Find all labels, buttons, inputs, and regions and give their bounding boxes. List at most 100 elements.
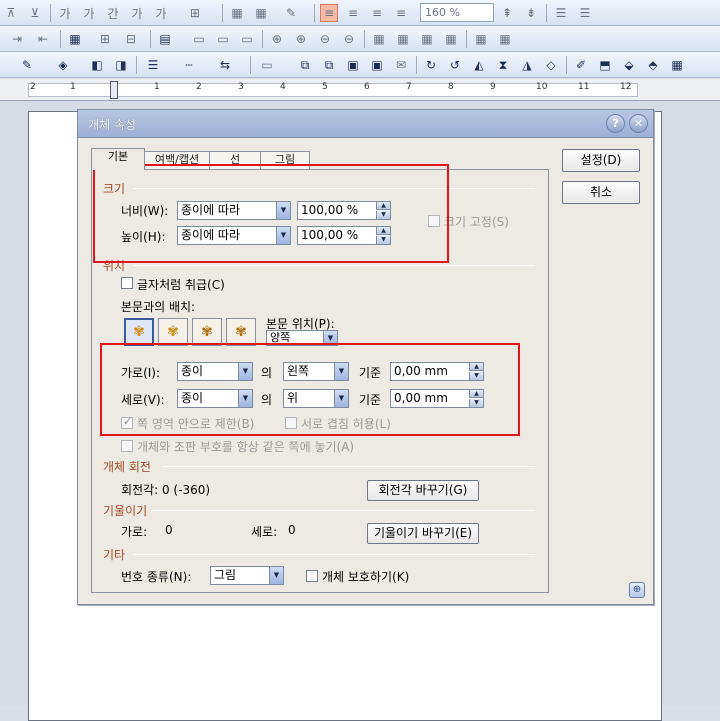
align-obj-icon[interactable]: ◮ xyxy=(518,56,536,74)
line-spacing-input[interactable]: 160 % xyxy=(420,3,494,22)
grid-view-icon[interactable]: ▦ xyxy=(668,56,686,74)
width-value-input[interactable]: 100,00 % ▲ ▼ xyxy=(297,201,391,220)
line-style-icon[interactable]: ┄ xyxy=(180,56,198,74)
row-icon[interactable]: ▭ xyxy=(190,30,208,48)
fix-ratio-checkbox[interactable] xyxy=(428,215,440,227)
group-icon[interactable]: ⧉ xyxy=(296,56,314,74)
grid-a-icon[interactable]: ▦ xyxy=(370,30,388,48)
envelope-icon[interactable]: ✉ xyxy=(392,56,410,74)
spin-up-icon[interactable]: ▲ xyxy=(469,390,483,398)
change-rotation-button[interactable]: 회전각 바꾸기(G) xyxy=(367,480,479,501)
paragraph-icon[interactable]: ▤ xyxy=(156,30,174,48)
distribute-icon[interactable]: ◇ xyxy=(542,56,560,74)
tab-margin-caption[interactable]: 여백/캡션 xyxy=(144,151,210,169)
spin-up-icon[interactable]: ▲ xyxy=(376,227,390,235)
expand-icon[interactable]: ⊕ xyxy=(629,582,645,598)
line-width-icon[interactable]: ☰ xyxy=(144,56,162,74)
text-position-select[interactable]: 양쪽 ▼ xyxy=(266,330,338,346)
char-spacing-icon[interactable]: ⊼ xyxy=(2,4,20,22)
restrict-area-checkbox[interactable] xyxy=(121,415,133,429)
pen-icon[interactable]: ✎ xyxy=(282,4,300,22)
picture-icon[interactable]: ▣ xyxy=(344,56,362,74)
insert-col-icon[interactable]: ⊕ xyxy=(292,30,310,48)
spin-up-icon[interactable]: ▲ xyxy=(376,202,390,210)
spin-down-icon[interactable]: ▼ xyxy=(469,372,483,380)
superscript-icon[interactable]: ▦ xyxy=(228,4,246,22)
grid-d-icon[interactable]: ▦ xyxy=(442,30,460,48)
spin-up-icon[interactable]: ▲ xyxy=(469,363,483,371)
change-skew-button[interactable]: 기울이기 바꾸기(E) xyxy=(367,523,479,544)
paint-icon[interactable]: ⬙ xyxy=(620,56,638,74)
vertical-align-select[interactable]: 위 ▼ xyxy=(283,389,349,408)
italic-icon[interactable]: 가 xyxy=(80,4,98,22)
height-value-input[interactable]: 100,00 % ▲ ▼ xyxy=(297,226,391,245)
grid-f-icon[interactable]: ▦ xyxy=(496,30,514,48)
horizontal-ref-select[interactable]: 종이 ▼ xyxy=(177,362,253,381)
treat-as-char-checkbox[interactable] xyxy=(121,277,133,289)
format-copy-icon[interactable]: ⬘ xyxy=(644,56,662,74)
allow-overlap-checkbox[interactable] xyxy=(285,417,297,429)
outdent-icon[interactable]: ⇤ xyxy=(34,30,52,48)
grid-e-icon[interactable]: ▦ xyxy=(472,30,490,48)
border-icon[interactable]: ⊞ xyxy=(186,4,204,22)
grid-c-icon[interactable]: ▦ xyxy=(418,30,436,48)
close-icon[interactable]: ✕ xyxy=(629,114,648,133)
stamp-icon[interactable]: ⬒ xyxy=(596,56,614,74)
spin-down-icon[interactable]: ▼ xyxy=(469,399,483,407)
same-page-checkbox[interactable] xyxy=(121,440,133,452)
horizontal-align-select[interactable]: 왼쪽 ▼ xyxy=(283,362,349,381)
spacing-up-icon[interactable]: ⇞ xyxy=(498,4,516,22)
align-justify-icon[interactable]: ≡ xyxy=(320,4,338,22)
horizontal-ruler[interactable]: 2 1 1 2 3 4 5 6 7 8 9 10 11 12 xyxy=(0,79,720,101)
help-icon[interactable]: ? xyxy=(606,114,625,133)
spin-down-icon[interactable]: ▼ xyxy=(376,236,390,244)
cell-split-icon[interactable]: ⊞ xyxy=(96,30,114,48)
table-icon[interactable]: ▦ xyxy=(66,30,84,48)
shadow-icon[interactable]: ▭ xyxy=(258,56,276,74)
send-back-icon[interactable]: ◨ xyxy=(112,56,130,74)
indent-marker-icon[interactable] xyxy=(110,81,118,99)
rotate-icon[interactable]: ↻ xyxy=(422,56,440,74)
ok-button[interactable]: 설정(D) xyxy=(562,149,640,172)
dialog-titlebar[interactable]: 개체 속성 ? ✕ xyxy=(78,110,653,138)
subscript-icon[interactable]: ▦ xyxy=(252,4,270,22)
numbering-icon[interactable]: ☰ xyxy=(552,4,570,22)
draw-pen-icon[interactable]: ✐ xyxy=(572,56,590,74)
wrap-square-button[interactable]: ✾ xyxy=(124,318,154,346)
wrap-tight-button[interactable]: ✾ xyxy=(158,318,188,346)
number-kind-select[interactable]: 그림 ▼ xyxy=(210,566,284,585)
height-mode-select[interactable]: 종이에 따라 ▼ xyxy=(177,226,291,245)
wrap-front-button[interactable]: ✾ xyxy=(226,318,256,346)
flip-v-icon[interactable]: ⧗ xyxy=(494,56,512,74)
bold-icon[interactable]: 가 xyxy=(56,4,74,22)
width-mode-select[interactable]: 종이에 따라 ▼ xyxy=(177,201,291,220)
cancel-button[interactable]: 취소 xyxy=(562,181,640,204)
char-width-icon[interactable]: ⊻ xyxy=(26,4,44,22)
font-color-icon[interactable]: 가 xyxy=(152,4,170,22)
tab-line[interactable]: 선 xyxy=(209,151,261,169)
spacing-down-icon[interactable]: ⇟ xyxy=(522,4,540,22)
arrow-style-icon[interactable]: ⇆ xyxy=(216,56,234,74)
picture2-icon[interactable]: ▣ xyxy=(368,56,386,74)
tab-basic[interactable]: 기본 xyxy=(91,148,145,170)
align-center-icon[interactable]: ≡ xyxy=(368,4,386,22)
align-right-icon[interactable]: ≡ xyxy=(392,4,410,22)
vertical-offset-input[interactable]: 0,00 mm ▲ ▼ xyxy=(390,389,484,408)
col-icon[interactable]: ▭ xyxy=(214,30,232,48)
underline-icon[interactable]: 간 xyxy=(104,4,122,22)
grid-b-icon[interactable]: ▦ xyxy=(394,30,412,48)
delete-col-icon[interactable]: ⊖ xyxy=(340,30,358,48)
horizontal-offset-input[interactable]: 0,00 mm ▲ ▼ xyxy=(390,362,484,381)
ungroup-icon[interactable]: ⧉ xyxy=(320,56,338,74)
delete-row-icon[interactable]: ⊖ xyxy=(316,30,334,48)
flip-h-icon[interactable]: ◭ xyxy=(470,56,488,74)
strike-icon[interactable]: 가 xyxy=(128,4,146,22)
spin-down-icon[interactable]: ▼ xyxy=(376,211,390,219)
align-left-icon[interactable]: ≡ xyxy=(344,4,362,22)
bring-front-icon[interactable]: ◧ xyxy=(88,56,106,74)
vertical-ref-select[interactable]: 종이 ▼ xyxy=(177,389,253,408)
wrap-behind-button[interactable]: ✾ xyxy=(192,318,222,346)
line-color-icon[interactable]: ✎ xyxy=(18,56,36,74)
tab-picture[interactable]: 그림 xyxy=(260,151,310,169)
cell-icon[interactable]: ▭ xyxy=(238,30,256,48)
